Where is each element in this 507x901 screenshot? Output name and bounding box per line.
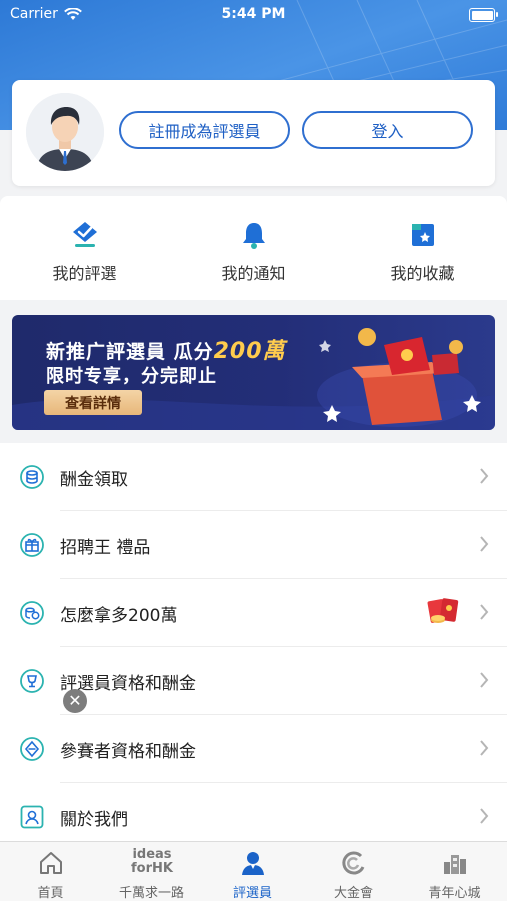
tab-judge-label: 評選員 [232,886,272,901]
banner-amount: 200萬 [213,339,286,364]
quick-my-favorites[interactable]: 我的收藏 [338,196,507,300]
account-card: 註冊成為評選員 登入 [12,80,495,186]
home-icon [40,852,62,874]
menu-label-contestant-qualification: 參賽者資格和酬金 [60,742,196,762]
banner-details-button[interactable]: 查看詳情 [44,390,142,415]
tab-ideas-label: 千萬求一路 [118,886,184,901]
chevron-right-icon [480,468,489,484]
quick-my-reviews-label: 我的評選 [52,264,117,283]
tab-youth-city[interactable]: 青年心城 [404,848,505,901]
menu-label-commission-claim: 酬金領取 [60,470,128,490]
banner-title-prefix: 新推广評選員 瓜分 [46,341,214,363]
settings-menu: 酬金領取 招聘王 禮品 怎麼拿多200萬 評選員資格和酬金 參賽者資格和酬金 關… [0,443,507,841]
bell-icon [243,223,265,249]
status-bar: Carrier 5:44 PM [0,0,507,30]
quick-actions: 我的評選 我的通知 我的收藏 [0,196,507,300]
menu-item-commission-claim[interactable]: 酬金領取 [0,443,507,511]
menu-label-gifts: 招聘王 禮品 [60,538,151,558]
quick-my-reviews[interactable]: 我的評選 [0,196,169,300]
chevron-right-icon [480,672,489,688]
tab-judge[interactable]: 評選員 [202,848,303,901]
register-button[interactable]: 註冊成為評選員 [119,111,290,149]
chevron-right-icon [480,808,489,824]
coins-icon [20,465,44,489]
bookmark-star-icon [412,224,434,246]
menu-label-about-us: 關於我們 [60,810,128,830]
tab-bar: 首頁 ideas forHK 千萬求一路 評選員 大金會 青年心城 [0,841,507,901]
menu-item-contestant-qualification[interactable]: 參賽者資格和酬金 [0,715,507,783]
tab-golden-label: 大金會 [333,886,373,901]
quick-my-notifications[interactable]: 我的通知 [169,196,338,300]
chevron-right-icon [480,740,489,756]
tab-home-label: 首頁 [37,886,64,901]
person-card-icon [20,805,44,829]
gift-icon [20,533,44,557]
banner-subtitle: 限时专享，分完即止 [46,366,217,387]
battery-icon [469,8,498,22]
tab-ideas[interactable]: ideas forHK 千萬求一路 [101,848,202,901]
check-badge-icon [73,222,97,247]
login-button[interactable]: 登入 [302,111,473,149]
coin-stack-icon [20,601,44,625]
chevron-right-icon [480,604,489,620]
menu-item-earn-more[interactable]: 怎麼拿多200萬 [0,579,507,647]
menu-label-earn-more: 怎麼拿多200萬 [60,606,178,626]
logo-line-1: ideas [132,847,172,862]
menu-item-gifts[interactable]: 招聘王 禮品 [0,511,507,579]
tab-home[interactable]: 首頁 [0,848,101,901]
ideas-for-hk-logo: ideas forHK [121,848,183,878]
clock: 5:44 PM [221,6,286,22]
quick-my-notifications-label: 我的通知 [221,264,286,283]
avatar[interactable] [26,93,104,171]
avatar-person-icon [26,93,104,171]
tab-youth-city-label: 青年心城 [428,886,481,901]
logo-line-2: forHK [131,861,173,876]
diamond-icon [20,737,44,761]
tab-golden[interactable]: 大金會 [303,848,404,901]
chevron-right-icon [480,536,489,552]
city-icon [444,855,466,874]
quick-my-favorites-label: 我的收藏 [390,264,455,283]
swirl-logo-icon [342,851,365,875]
promo-banner[interactable]: 新推广評選員 瓜分200萬 限时专享，分完即止 查看詳情 [12,315,495,430]
judge-person-icon [242,852,264,875]
close-icon[interactable]: ✕ [63,689,87,713]
banner-title: 新推广評選員 瓜分200萬 [46,333,286,365]
red-packet-icon [427,598,459,623]
trophy-icon [20,669,44,693]
